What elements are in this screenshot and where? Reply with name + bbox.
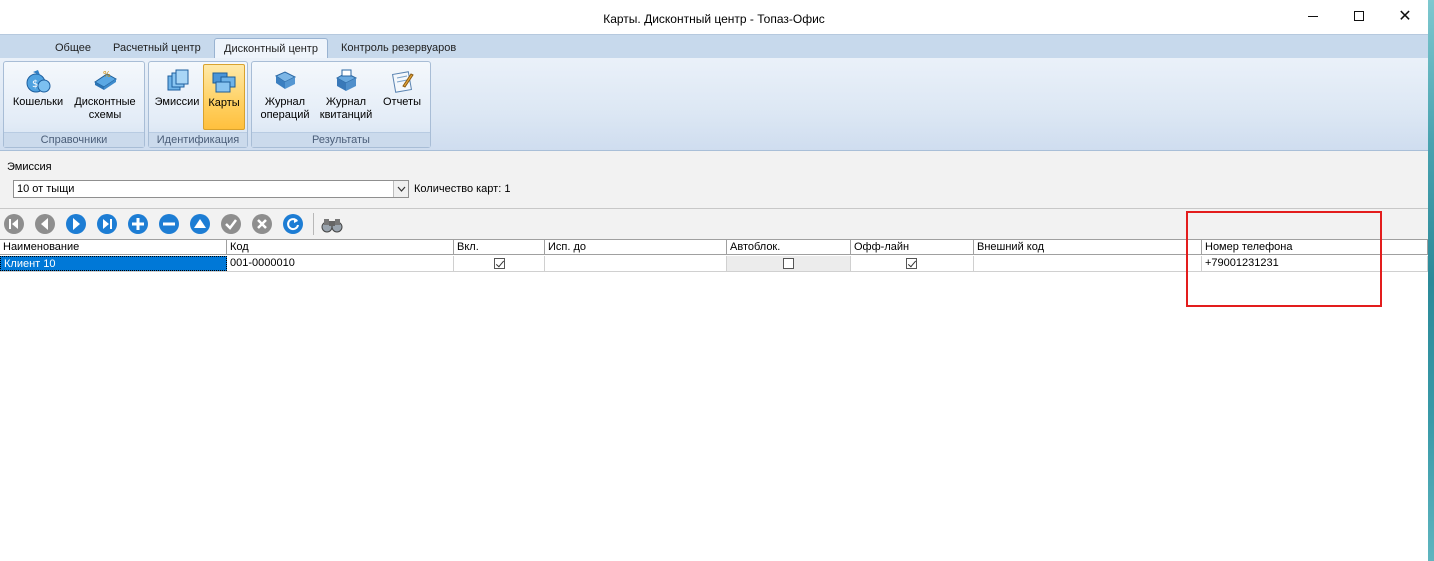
emission-selected-value: 10 от тыщи (17, 183, 75, 195)
tab-tank-control[interactable]: Контроль резервуаров (332, 38, 465, 60)
annotation-highlight-box (1186, 211, 1382, 307)
emission-panel: Эмиссия 10 от тыщи Количество карт: 1 (0, 151, 1428, 209)
prev-record-icon[interactable] (34, 213, 56, 235)
edit-record-icon[interactable] (189, 213, 211, 235)
desktop-background-strip (1428, 0, 1434, 561)
ribbon-group-directories: $ Кошельки % Дисконтные схемы Справочник… (3, 61, 145, 148)
reports-label: Отчеты (382, 96, 422, 108)
ribbon-group-results: Журнал операций Журнал квитанций Отчеты … (251, 61, 431, 148)
find-binoculars-icon[interactable] (320, 213, 344, 235)
svg-text:%: % (103, 70, 111, 79)
cell-external-code[interactable] (974, 256, 1202, 271)
cell-name[interactable]: Клиент 10 (0, 256, 227, 271)
svg-text:$: $ (32, 79, 38, 90)
discount-schemes-label-2: схемы (88, 109, 122, 121)
discount-schemes-icon: % (94, 70, 117, 90)
column-header-enabled[interactable]: Вкл. (454, 240, 545, 255)
receipts-journal-button[interactable]: Журнал квитанций (316, 64, 376, 130)
ribbon-tabs: Общее Расчетный центр Дисконтный центр К… (0, 34, 1428, 60)
title-bar: Карты. Дисконтный центр - Топаз-Офис ✕ (0, 0, 1428, 34)
window-title: Карты. Дисконтный центр - Топаз-Офис (603, 12, 825, 26)
tab-discount-center[interactable]: Дисконтный центр (214, 38, 328, 60)
minimize-icon (1308, 15, 1318, 17)
column-header-autoblock[interactable]: Автоблок. (727, 240, 851, 255)
ribbon-group-label-results: Результаты (252, 132, 430, 147)
column-header-name[interactable]: Наименование (0, 240, 227, 255)
add-record-icon[interactable] (127, 213, 149, 235)
cell-enabled[interactable] (454, 256, 545, 271)
emissions-label: Эмиссии (154, 96, 200, 108)
cell-code[interactable]: 001-0000010 (227, 256, 454, 271)
chevron-down-icon[interactable] (393, 181, 408, 197)
column-header-external-code[interactable]: Внешний код (974, 240, 1202, 255)
ribbon-panel: $ Кошельки % Дисконтные схемы Справочник… (0, 58, 1428, 151)
operations-journal-button[interactable]: Журнал операций (256, 64, 314, 130)
cancel-record-icon[interactable] (251, 213, 273, 235)
emission-select[interactable]: 10 от тыщи (13, 180, 409, 198)
post-record-icon[interactable] (220, 213, 242, 235)
card-count-label: Количество карт: 1 (414, 183, 511, 195)
cell-offline[interactable] (851, 256, 974, 271)
emissions-icon (167, 69, 189, 91)
refresh-icon[interactable] (282, 213, 304, 235)
cell-valid-until[interactable] (545, 256, 727, 271)
close-button[interactable]: ✕ (1382, 0, 1428, 32)
app-window: Карты. Дисконтный центр - Топаз-Офис ✕ О… (0, 0, 1428, 561)
reports-button[interactable]: Отчеты (378, 64, 426, 130)
column-header-offline[interactable]: Офф-лайн (851, 240, 974, 255)
tab-billing-center[interactable]: Расчетный центр (104, 38, 210, 60)
minimize-button[interactable] (1290, 0, 1336, 32)
operations-journal-icon (274, 71, 297, 89)
receipts-journal-label-2: квитанций (319, 109, 373, 121)
enabled-checkbox[interactable] (494, 258, 505, 269)
discount-schemes-button[interactable]: % Дисконтные схемы (70, 64, 140, 130)
close-icon: ✕ (1398, 8, 1412, 25)
emissions-button[interactable]: Эмиссии (152, 64, 202, 130)
toolbar-separator (313, 213, 314, 235)
maximize-button[interactable] (1336, 0, 1382, 32)
receipts-journal-label-1: Журнал (325, 96, 367, 108)
cell-autoblock[interactable] (727, 256, 851, 271)
ribbon-group-label-directories: Справочники (4, 132, 144, 147)
wallets-label: Кошельки (12, 96, 64, 108)
last-record-icon[interactable] (96, 213, 118, 235)
first-record-icon[interactable] (3, 213, 25, 235)
next-record-icon[interactable] (65, 213, 87, 235)
discount-schemes-label-1: Дисконтные (74, 96, 136, 108)
ribbon-group-label-identification: Идентификация (149, 132, 247, 147)
tab-general[interactable]: Общее (46, 38, 100, 60)
wallets-button[interactable]: $ Кошельки (7, 64, 69, 130)
cards-label: Карты (208, 97, 240, 109)
ribbon-group-identification: Эмиссии Карты Идентификация (148, 61, 248, 148)
maximize-icon (1354, 11, 1364, 21)
receipts-journal-icon (335, 69, 358, 91)
cards-icon (212, 72, 236, 93)
operations-journal-label-1: Журнал (264, 96, 306, 108)
reports-icon (391, 71, 414, 93)
column-header-valid-until[interactable]: Исп. до (545, 240, 727, 255)
delete-record-icon[interactable] (158, 213, 180, 235)
emission-label: Эмиссия (7, 161, 52, 173)
wallet-icon: $ (26, 70, 51, 93)
operations-journal-label-2: операций (260, 109, 310, 121)
cards-button[interactable]: Карты (203, 64, 245, 130)
column-header-code[interactable]: Код (227, 240, 454, 255)
autoblock-checkbox[interactable] (783, 258, 794, 269)
offline-checkbox[interactable] (906, 258, 917, 269)
